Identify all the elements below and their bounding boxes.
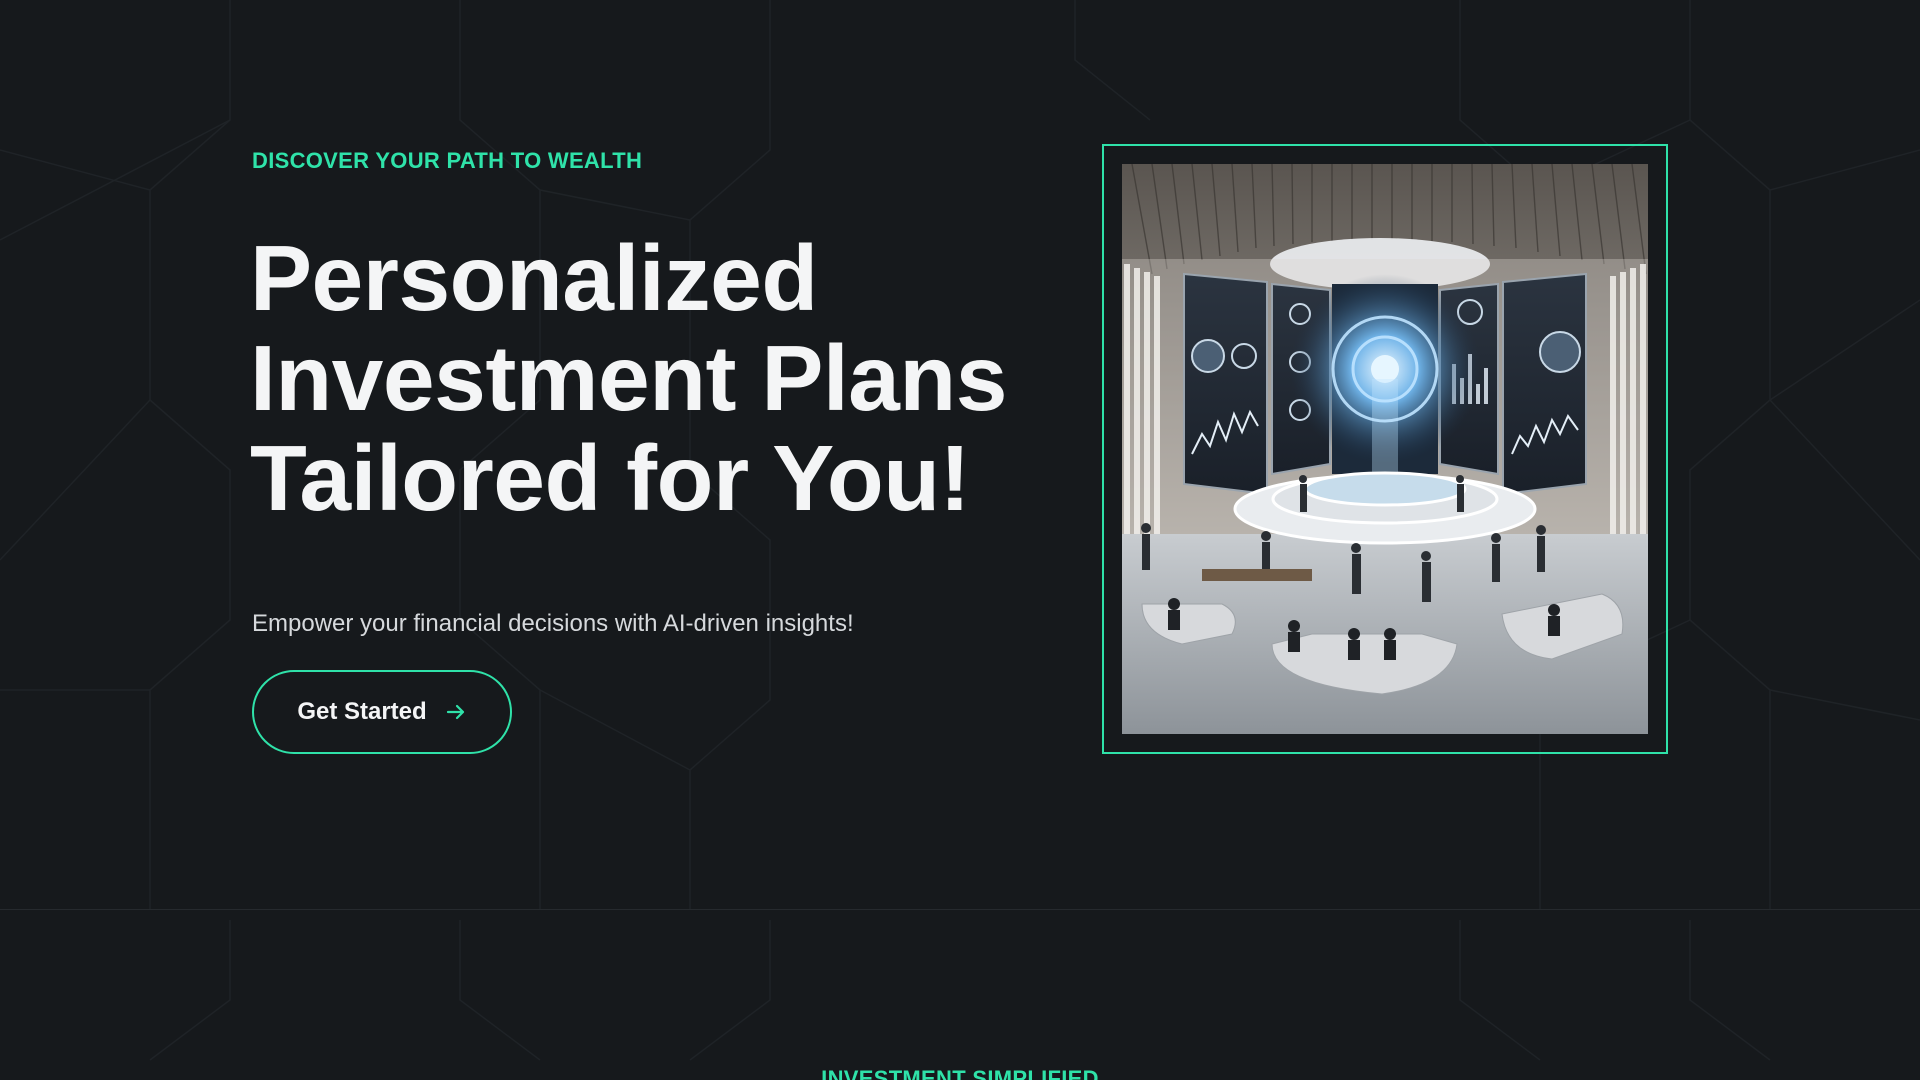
get-started-button[interactable]: Get Started — [252, 670, 512, 754]
hero-subtitle: Empower your financial decisions with AI… — [252, 610, 854, 637]
arrow-right-icon — [446, 704, 464, 720]
hero-eyebrow: DISCOVER YOUR PATH TO WEALTH — [252, 148, 643, 173]
headline-line: Investment Plans — [250, 326, 1007, 430]
get-started-label: Get Started — [297, 698, 427, 725]
next-section-eyebrow: INVESTMENT SIMPLIFIED — [821, 1066, 1099, 1080]
headline-line: Personalized — [250, 226, 818, 330]
headline-line: Tailored for You! — [250, 426, 971, 530]
hero-section: DISCOVER YOUR PATH TO WEALTH Personalize… — [0, 0, 1920, 909]
landing-page: DISCOVER YOUR PATH TO WEALTH Personalize… — [0, 0, 1920, 1080]
hero-image-frame — [1102, 144, 1668, 754]
hero-image — [1122, 164, 1648, 734]
hero-headline: Personalized Investment Plans Tailored f… — [250, 228, 1070, 528]
section-divider — [0, 909, 1920, 910]
investment-room-illustration — [1122, 164, 1648, 734]
